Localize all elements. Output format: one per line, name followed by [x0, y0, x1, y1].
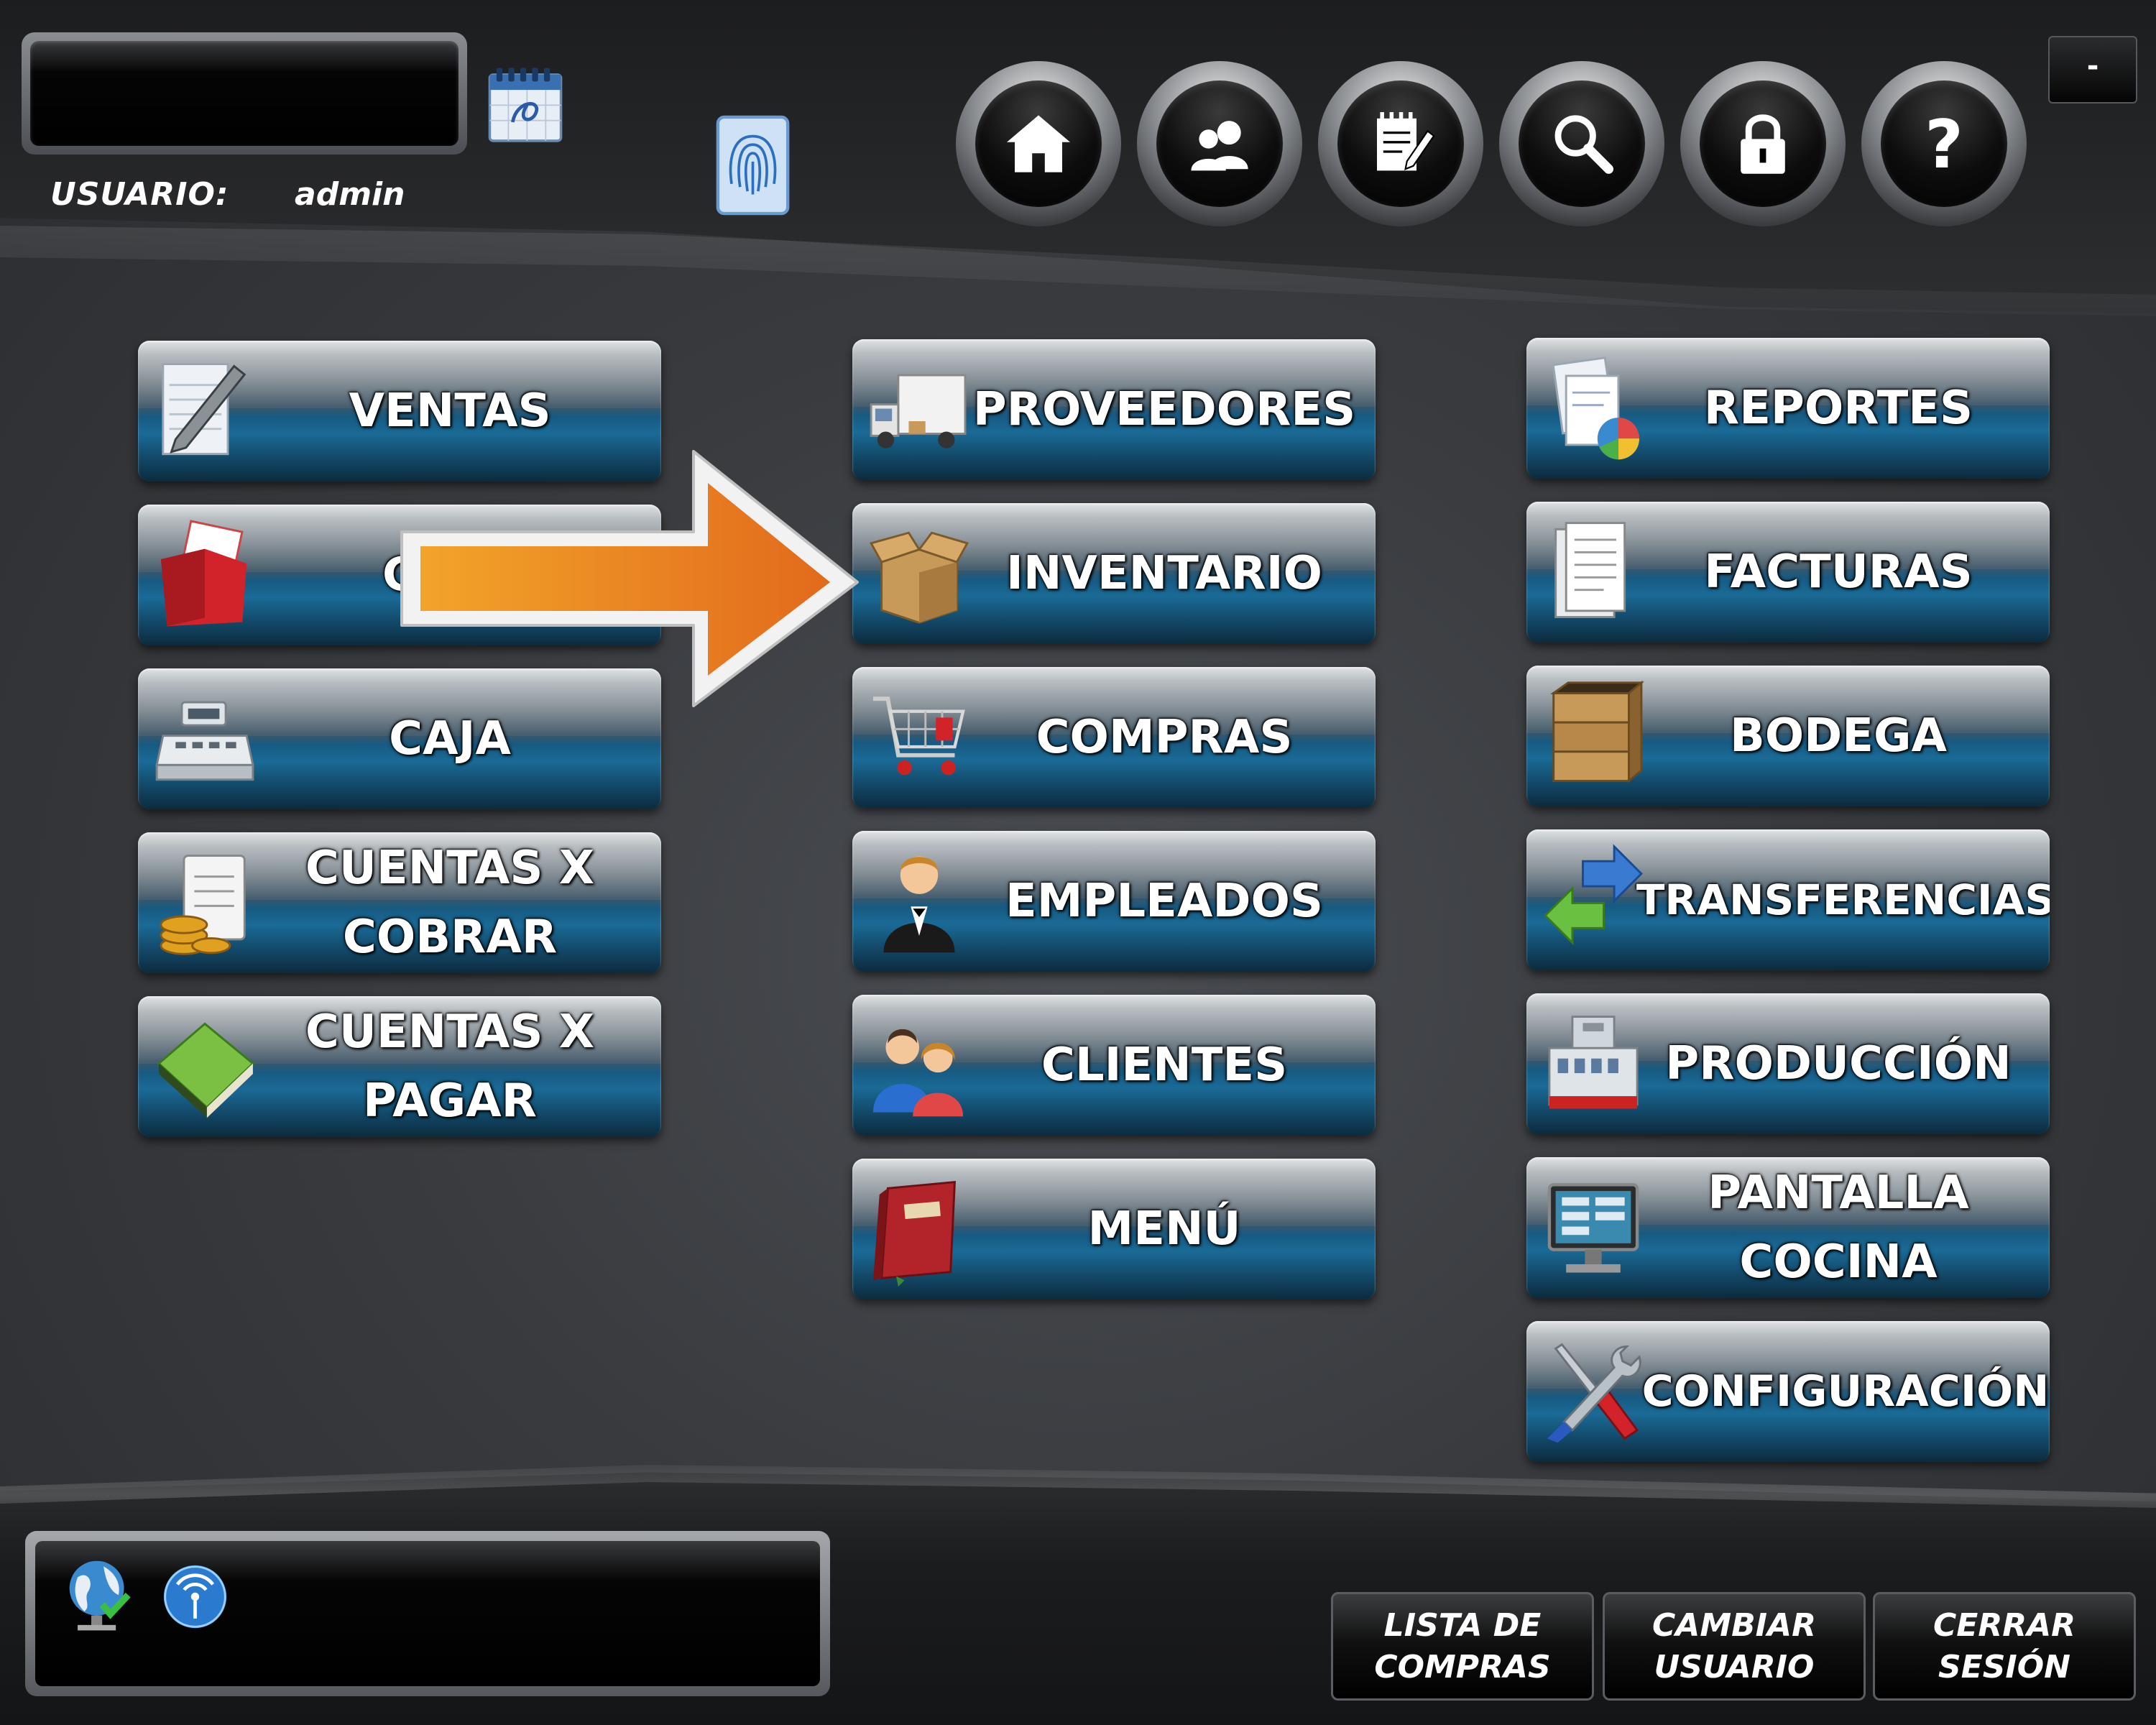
- cuentas-pagar-button[interactable]: CUENTAS X PAGAR: [138, 996, 661, 1137]
- green-book-icon: [151, 1009, 259, 1124]
- minimize-button[interactable]: -: [2048, 36, 2137, 104]
- svg-text:?: ?: [1925, 106, 1963, 183]
- menu-book-icon: [865, 1172, 973, 1287]
- users-icon: [1191, 121, 1248, 171]
- transferencias-button[interactable]: TRANSFERENCIAS: [1526, 829, 2050, 970]
- transferencias-label: TRANSFERENCIAS: [1636, 875, 2050, 924]
- shopping-cart-icon: [865, 680, 973, 795]
- lista-compras-button[interactable]: LISTA DE COMPRAS: [1331, 1592, 1594, 1701]
- users-button[interactable]: [1137, 61, 1302, 226]
- clientes-button[interactable]: CLIENTES: [852, 995, 1376, 1136]
- configuracion-button[interactable]: CONFIGURACIÓN: [1526, 1321, 2050, 1462]
- cuentas-pagar-label: CUENTAS X PAGAR: [305, 1006, 595, 1128]
- empleados-label: EMPLEADOS: [1005, 875, 1323, 928]
- lock-icon: [1741, 114, 1785, 174]
- employee-icon: [865, 844, 973, 959]
- help-icon: ?: [1925, 106, 1963, 183]
- proveedores-label: PROVEEDORES: [972, 383, 1356, 436]
- transfer-arrows-icon: [1539, 842, 1647, 957]
- compras-button[interactable]: COMPRAS: [852, 667, 1376, 808]
- cerrar-sesion-button[interactable]: CERRAR SESIÓN: [1873, 1592, 2136, 1701]
- reportes-label: REPORTES: [1703, 382, 1973, 435]
- cuentas-cobrar-button[interactable]: CUENTAS X COBRAR: [138, 832, 661, 973]
- notepad-icon: [1377, 112, 1435, 171]
- tools-icon: [1539, 1334, 1647, 1449]
- status-panel: [25, 1531, 830, 1696]
- search-icon: [1554, 115, 1613, 174]
- clientes-label: CLIENTES: [1041, 1039, 1288, 1092]
- coins-invoice-icon: [151, 845, 259, 960]
- menu-label: MENÚ: [1087, 1202, 1241, 1256]
- app-window: USUARIO: admin - ? VENTAS CAJA CUENTAS X…: [0, 0, 2156, 1725]
- cardboard-box-icon: [865, 516, 973, 631]
- factory-icon: [1539, 1006, 1647, 1121]
- proveedores-button[interactable]: PROVEEDORES: [852, 339, 1376, 480]
- bodega-label: BODEGA: [1729, 709, 1948, 763]
- compras-label: COMPRAS: [1036, 711, 1293, 764]
- pantalla-cocina-button[interactable]: PANTALLA COCINA: [1526, 1157, 2050, 1298]
- document-pencil-icon: [151, 354, 259, 469]
- fingerprint-icon[interactable]: [715, 115, 791, 216]
- inventario-label: INVENTARIO: [1006, 547, 1322, 600]
- delivery-truck-icon: [865, 352, 973, 467]
- stacked-boxes-icon: [1539, 678, 1647, 794]
- invoice-icon: [1539, 515, 1647, 630]
- home-button[interactable]: [956, 61, 1121, 226]
- help-button[interactable]: ?: [1861, 61, 2027, 226]
- produccion-label: PRODUCCIÓN: [1665, 1037, 2012, 1090]
- info-display-screen: [30, 41, 459, 146]
- lock-button[interactable]: [1680, 61, 1846, 226]
- clients-icon: [865, 1008, 973, 1123]
- home-icon: [1007, 115, 1070, 172]
- reports-chart-icon: [1539, 351, 1647, 466]
- facturas-label: FACTURAS: [1704, 546, 1973, 599]
- monitor-icon: [1539, 1170, 1647, 1285]
- network-globe-icon[interactable]: [64, 1557, 132, 1636]
- info-display: [22, 32, 467, 155]
- produccion-button[interactable]: PRODUCCIÓN: [1526, 993, 2050, 1134]
- reportes-button[interactable]: REPORTES: [1526, 338, 2050, 479]
- configuracion-label: CONFIGURACIÓN: [1641, 1366, 2050, 1417]
- cash-register-icon: [151, 681, 259, 796]
- inventario-button[interactable]: INVENTARIO: [852, 503, 1376, 644]
- wireless-signal-icon[interactable]: [161, 1563, 229, 1631]
- menu-button[interactable]: MENÚ: [852, 1159, 1376, 1300]
- bodega-button[interactable]: BODEGA: [1526, 666, 2050, 806]
- orange-arrow-overlay: [400, 450, 859, 707]
- calendar-icon[interactable]: [483, 61, 568, 146]
- user-label: USUARIO:: [50, 176, 229, 213]
- red-folder-icon: [151, 518, 259, 632]
- cuentas-cobrar-label: CUENTAS X COBRAR: [305, 842, 595, 964]
- user-value: admin: [295, 176, 405, 213]
- status-panel-screen: [35, 1541, 820, 1686]
- facturas-button[interactable]: FACTURAS: [1526, 502, 2050, 643]
- notes-button[interactable]: [1318, 61, 1483, 226]
- empleados-button[interactable]: EMPLEADOS: [852, 831, 1376, 972]
- pantalla-cocina-label: PANTALLA COCINA: [1708, 1167, 1969, 1289]
- cambiar-usuario-button[interactable]: CAMBIAR USUARIO: [1603, 1592, 1866, 1701]
- search-button[interactable]: [1499, 61, 1664, 226]
